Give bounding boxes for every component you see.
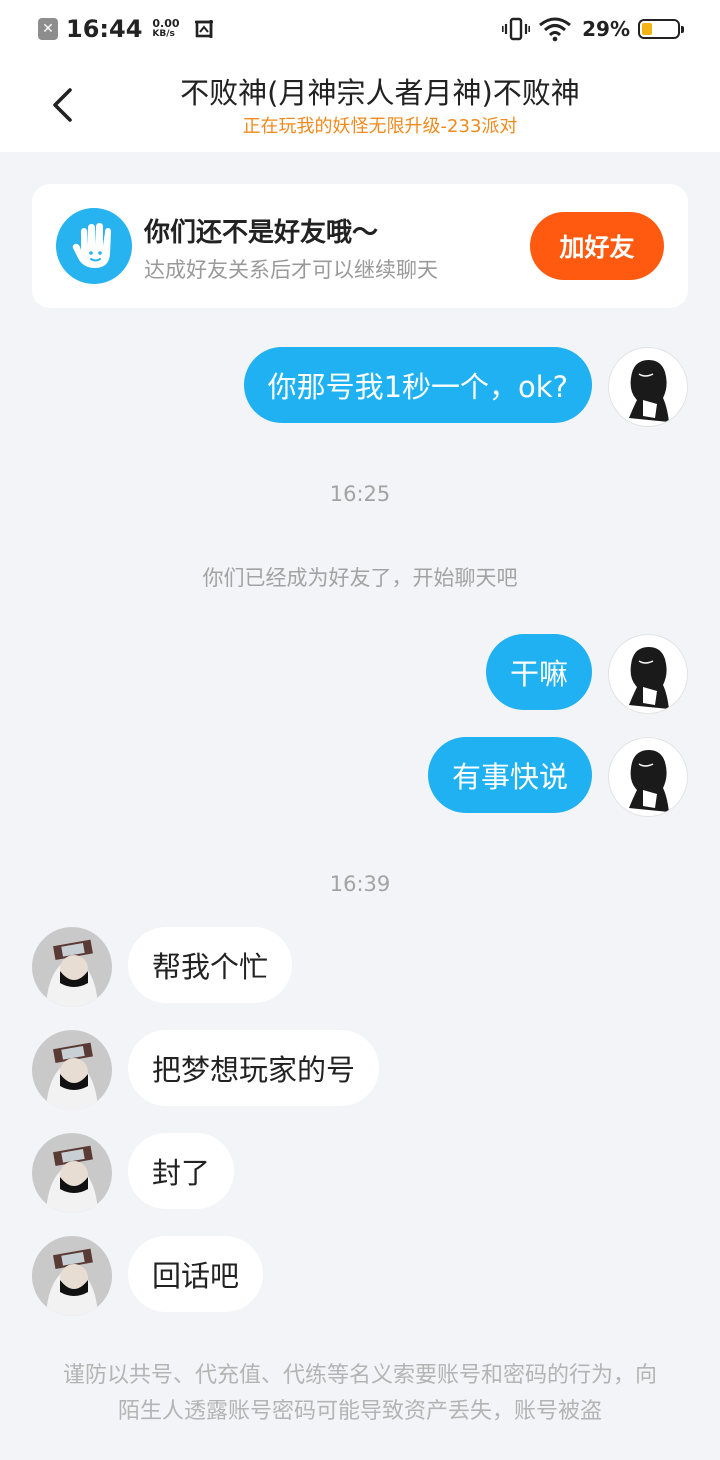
security-warning: 谨防以共号、代充值、代练等名义索要账号和密码的行为，向陌生人透露账号密码可能导致… bbox=[62, 1363, 657, 1424]
message-bubble-sent[interactable]: 有事快说 bbox=[427, 737, 592, 813]
battery-level bbox=[642, 23, 652, 35]
my-avatar[interactable] bbox=[608, 737, 688, 817]
network-speed: 0.00 KB/s bbox=[152, 18, 179, 40]
add-friend-button[interactable]: 加好友 bbox=[530, 212, 664, 280]
contact-avatar[interactable] bbox=[32, 1133, 112, 1213]
battery-percent: 29% bbox=[582, 17, 630, 41]
friend-card-title: 你们还不是好友哦～ bbox=[144, 218, 379, 248]
network-speed-unit: KB/s bbox=[152, 29, 175, 39]
timestamp: 16:39 bbox=[329, 872, 391, 896]
contact-avatar[interactable] bbox=[32, 1030, 112, 1110]
chat-header: 不败神(月神宗人者月神)不败神 正在玩我的妖怪无限升级-233派对 bbox=[0, 56, 720, 152]
chat-screen: ✕ 16:44 0.00 KB/s 29% 不败神(月神宗人者月神)不败神 正在… bbox=[0, 0, 720, 1460]
message-bubble-received[interactable]: 回话吧 bbox=[128, 1236, 264, 1312]
wifi-icon bbox=[539, 17, 572, 42]
friend-card-subtitle: 达成好友关系后才可以继续聊天 bbox=[144, 258, 438, 282]
chat-title: 不败神(月神宗人者月神)不败神 bbox=[180, 76, 580, 110]
my-avatar[interactable] bbox=[608, 634, 688, 714]
vibrate-icon bbox=[502, 17, 531, 41]
system-notice: 你们已经成为好友了，开始聊天吧 bbox=[202, 566, 518, 590]
timestamp: 16:25 bbox=[329, 482, 391, 506]
message-bubble-received[interactable]: 封了 bbox=[128, 1133, 235, 1209]
contact-avatar[interactable] bbox=[32, 927, 112, 1007]
battery-icon bbox=[638, 19, 684, 39]
network-speed-value: 0.00 bbox=[152, 17, 180, 30]
notification-close-icon: ✕ bbox=[38, 18, 58, 40]
hand-icon bbox=[56, 208, 132, 284]
status-time: 16:44 bbox=[66, 15, 143, 43]
message-bubble-received[interactable]: 帮我个忙 bbox=[128, 927, 293, 1003]
status-bar: ✕ 16:44 0.00 KB/s 29% bbox=[0, 0, 720, 56]
chevron-left-icon bbox=[53, 88, 72, 122]
my-avatar[interactable] bbox=[608, 347, 688, 427]
screenshot-icon bbox=[194, 20, 213, 38]
contact-avatar[interactable] bbox=[32, 1236, 112, 1316]
back-button[interactable] bbox=[42, 80, 82, 130]
chat-subtitle: 正在玩我的妖怪无限升级-233派对 bbox=[242, 116, 518, 137]
message-bubble-received[interactable]: 把梦想玩家的号 bbox=[128, 1030, 380, 1106]
message-bubble-sent[interactable]: 你那号我1秒一个，ok? bbox=[243, 347, 592, 423]
friend-request-card: 你们还不是好友哦～ 达成好友关系后才可以继续聊天 加好友 bbox=[32, 184, 688, 308]
message-bubble-sent[interactable]: 干嘛 bbox=[485, 634, 592, 710]
